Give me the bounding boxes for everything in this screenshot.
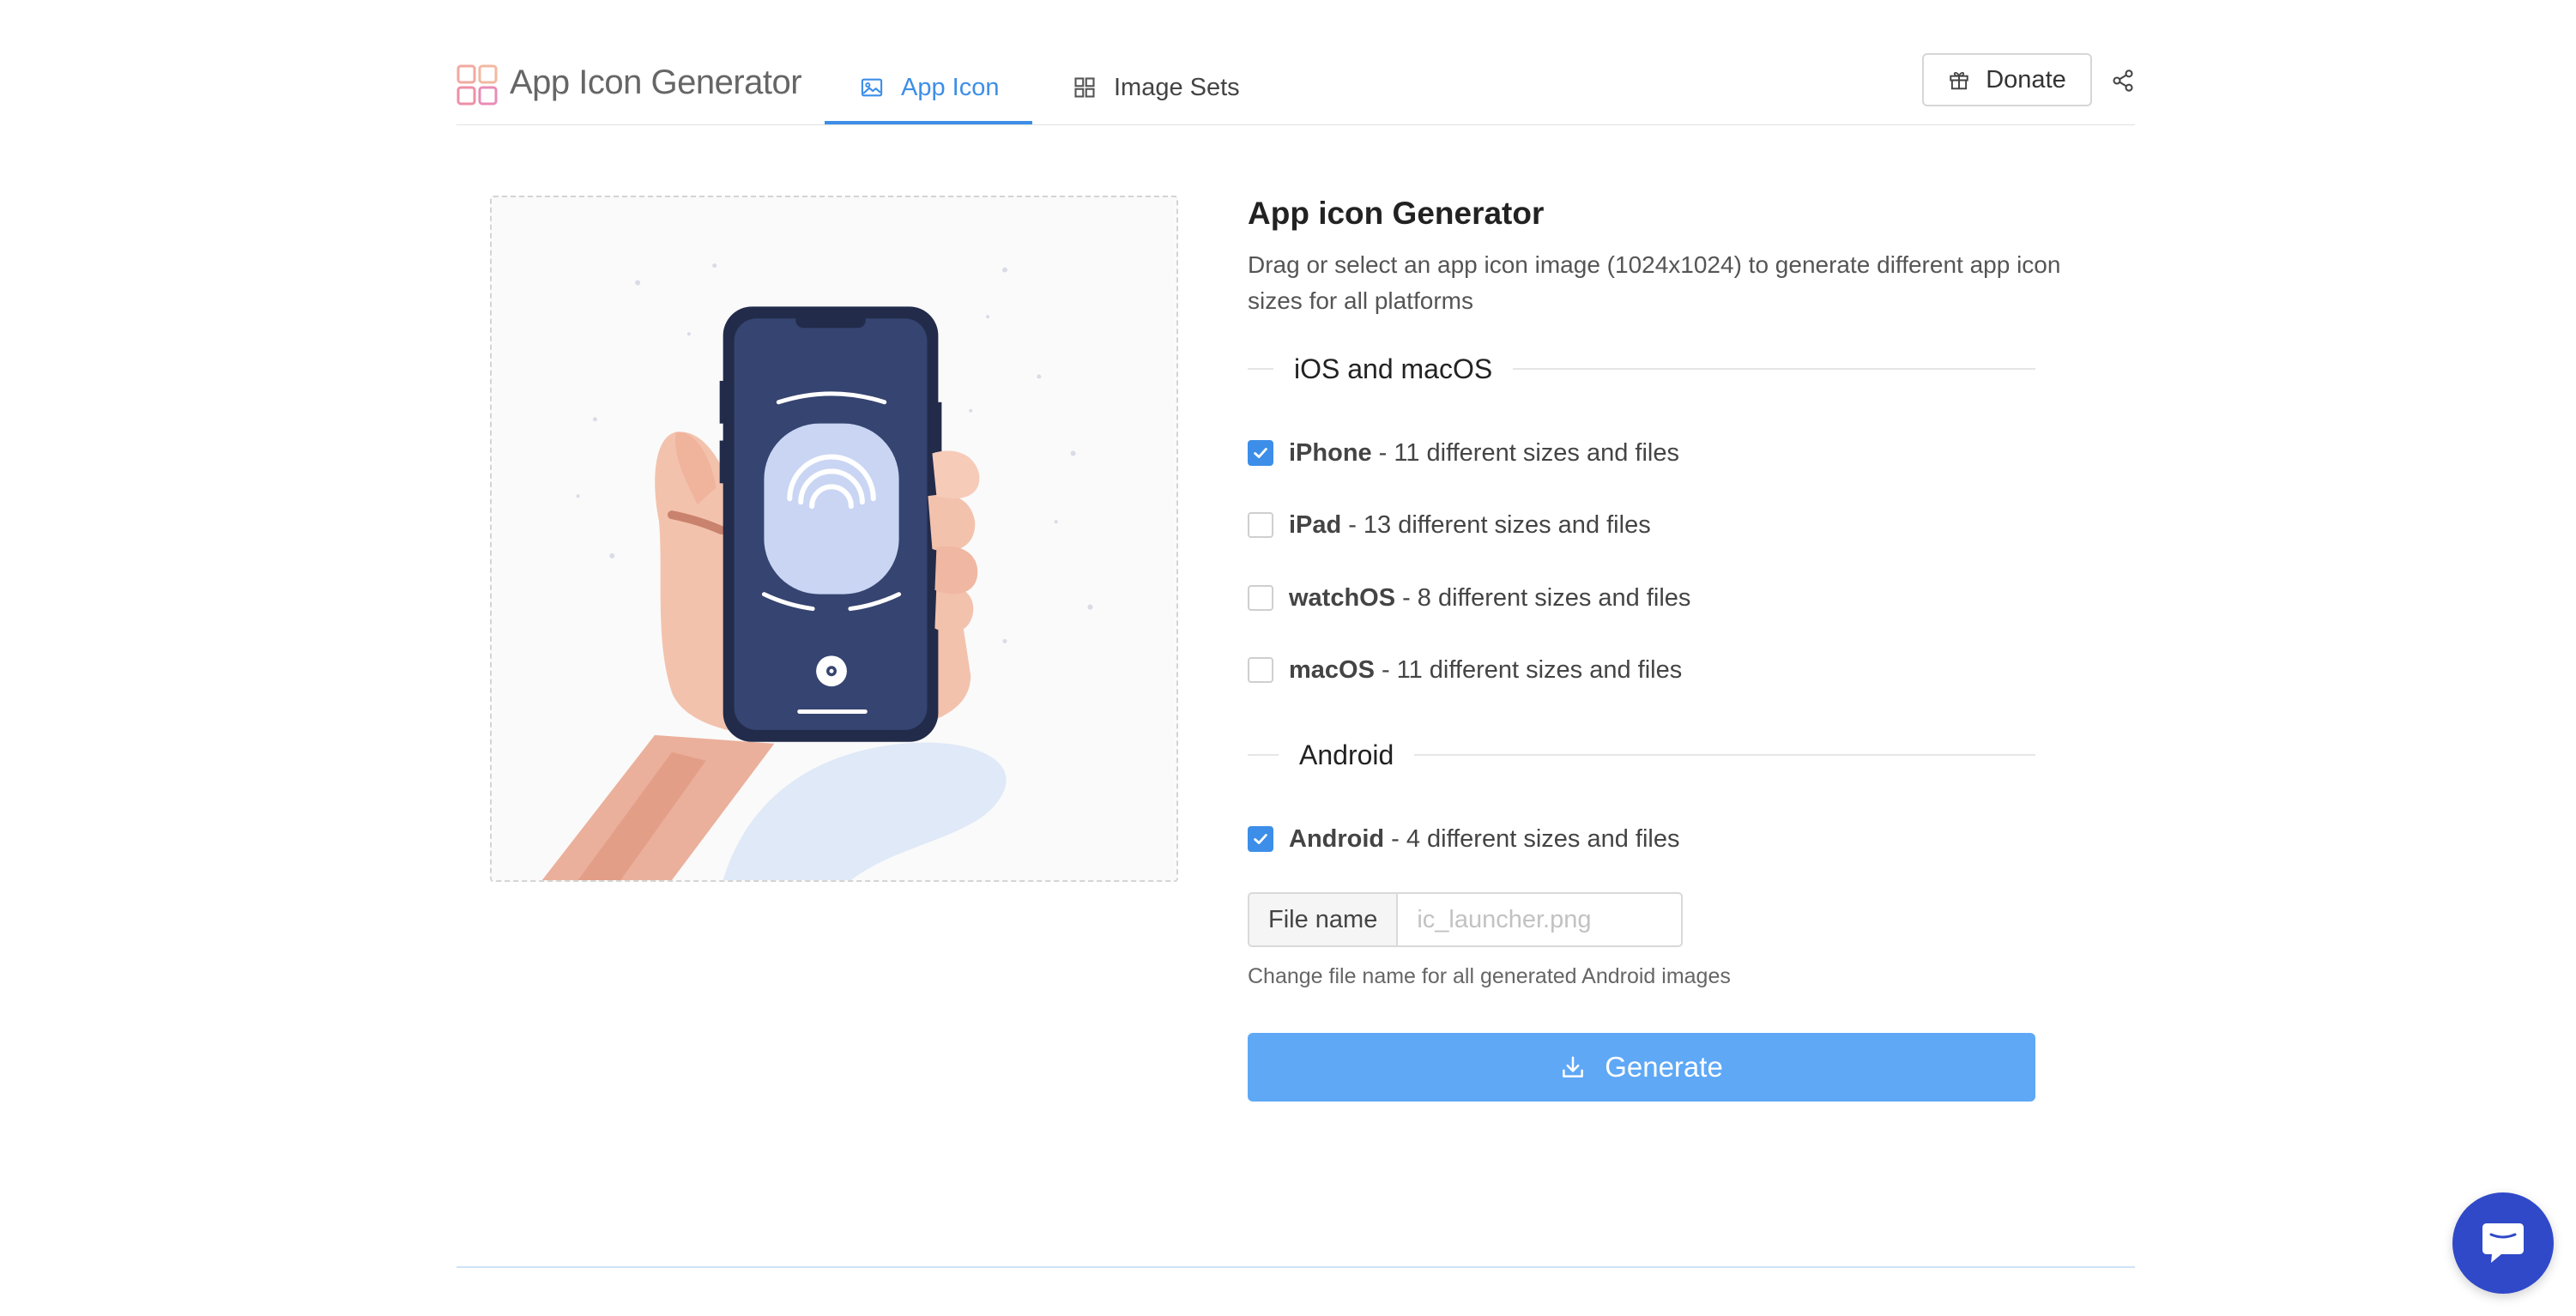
option-separator: - (1381, 655, 1390, 684)
checkmark-icon (1254, 448, 1267, 458)
panel-title: App icon Generator (1248, 196, 1545, 231)
generate-button[interactable]: Generate (1248, 1033, 2035, 1102)
option-iphone[interactable]: iPhone - 11 different sizes and files (1248, 435, 1679, 471)
option-android[interactable]: Android - 4 different sizes and files (1248, 821, 1679, 857)
section-label: iOS and macOS (1294, 353, 1493, 384)
file-name-label: File name (1248, 892, 1397, 947)
option-detail: 8 different sizes and files (1417, 583, 1691, 612)
app-title[interactable]: App Icon Generator (510, 58, 802, 106)
android-checkbox[interactable] (1248, 826, 1273, 852)
option-detail: 13 different sizes and files (1363, 510, 1651, 539)
footer-divider (457, 1266, 2135, 1268)
share-icon[interactable] (2111, 69, 2135, 93)
option-name: iPad (1289, 510, 1342, 539)
generate-label: Generate (1605, 1051, 1723, 1083)
android-section-divider: Android (1248, 729, 2035, 781)
macos-checkbox[interactable] (1248, 657, 1273, 683)
option-macos[interactable]: macOS - 11 different sizes and files (1248, 652, 1682, 688)
ios-macos-section-divider: iOS and macOS (1248, 343, 2035, 395)
hand-phone-illustration (541, 263, 1093, 880)
option-separator: - (1348, 510, 1357, 539)
logo-icon (457, 64, 498, 106)
donate-label: Donate (1986, 65, 2066, 94)
download-icon (1563, 1056, 1584, 1078)
watchos-checkbox[interactable] (1248, 585, 1273, 611)
option-name: Android (1289, 824, 1385, 853)
section-label: Android (1299, 739, 1394, 770)
ipad-checkbox[interactable] (1248, 512, 1273, 538)
option-name: iPhone (1289, 438, 1372, 467)
iphone-checkbox[interactable] (1248, 440, 1273, 466)
option-name: watchOS (1289, 583, 1396, 612)
tab-image-sets[interactable]: Image Sets (1073, 51, 1240, 124)
option-separator: - (1402, 583, 1411, 612)
checkmark-icon (1254, 834, 1267, 844)
file-name-help: Change file name for all generated Andro… (1248, 964, 1731, 988)
donate-button[interactable]: Donate (1922, 53, 2092, 106)
file-name-group: File name (1248, 892, 1684, 947)
image-icon (861, 78, 883, 97)
header-divider (457, 124, 2135, 125)
option-separator: - (1378, 438, 1388, 467)
option-detail: 4 different sizes and files (1406, 824, 1680, 853)
option-detail: 11 different sizes and files (1396, 655, 1683, 684)
option-ipad[interactable]: iPad - 13 different sizes and files (1248, 507, 1651, 543)
chat-icon (2482, 1223, 2524, 1263)
option-name: macOS (1289, 655, 1375, 684)
chat-button[interactable] (2452, 1192, 2554, 1294)
tab-app-icon[interactable]: App Icon (860, 51, 999, 124)
grid-icon (1074, 77, 1095, 98)
option-watchos[interactable]: watchOS - 8 different sizes and files (1248, 580, 1690, 616)
option-detail: 11 different sizes and files (1394, 438, 1679, 467)
file-name-input[interactable] (1396, 892, 1684, 947)
gift-icon (1950, 71, 1968, 90)
tab-label: App Icon (901, 73, 1000, 101)
option-separator: - (1391, 824, 1400, 853)
panel-description: Drag or select an app icon image (1024x1… (1248, 251, 2061, 314)
tab-label: Image Sets (1114, 73, 1240, 101)
image-dropzone[interactable] (490, 196, 1178, 882)
